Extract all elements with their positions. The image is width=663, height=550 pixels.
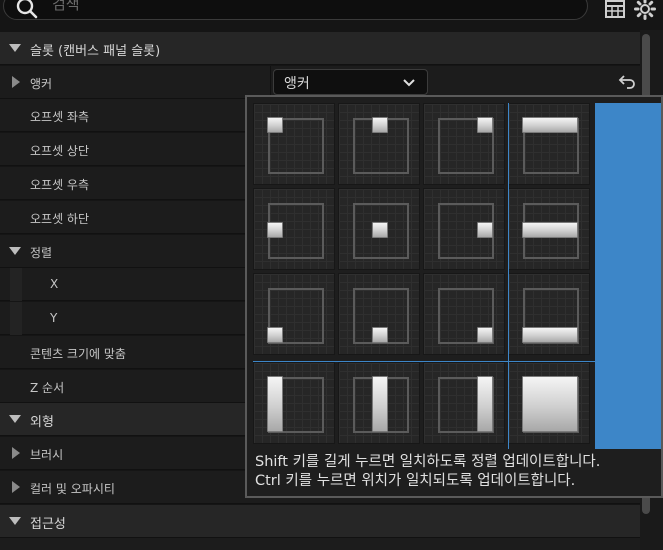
expand-arrow-icon[interactable] [12,76,20,88]
collapse-arrow-icon[interactable] [9,44,21,52]
chevron-down-icon [403,79,415,87]
anchor-hint-line-1: Shift 키를 길게 누르면 일치하도록 정렬 업데이트합니다. [255,454,601,470]
anchor-right-stretch[interactable] [423,362,505,444]
anchor-center-vertical-stretch[interactable] [338,362,420,444]
row-z-order-label: Z 순서 [30,381,65,395]
anchor-center-stretch[interactable] [508,188,590,270]
selected-fill-anchor[interactable] [595,103,661,449]
anchor-bottom-right[interactable] [423,273,505,355]
collapse-arrow-icon[interactable] [9,415,21,423]
category-appearance-label: 외형 [30,415,54,430]
anchor-top-stretch[interactable] [508,103,590,185]
category-accessibility[interactable]: 접근성 [0,505,640,538]
guide-line-vertical [508,103,509,449]
indent-guide [10,302,22,335]
table-icon[interactable] [604,0,626,20]
row-offset-right-label: 오프셋 우측 [30,178,90,192]
anchor-dropdown-value: 앵커 [284,76,310,92]
category-slot-label: 슬롯 (캔버스 패널 슬롯) [30,44,161,59]
row-align-x-label: X [50,277,59,291]
row-size-to-content-label: 콘텐츠 크기에 맞춤 [30,347,126,361]
anchor-hint-line-2: Ctrl 키를 누르면 위치가 일치되도록 업데이트합니다. [255,473,576,489]
anchor-bottom-stretch[interactable] [508,273,590,355]
anchor-full-stretch[interactable] [508,362,590,444]
anchor-top-right[interactable] [423,103,505,185]
anchor-top-center[interactable] [338,103,420,185]
row-alignment-label: 정렬 [30,246,53,260]
anchor-bottom-center[interactable] [338,273,420,355]
gear-icon[interactable] [634,0,656,20]
anchor-center[interactable] [338,188,420,270]
row-offset-top-label: 오프셋 상단 [30,144,90,158]
search-input[interactable]: 검색 [3,0,588,20]
collapse-arrow-icon[interactable] [9,517,21,525]
row-anchor-label: 앵커 [30,77,53,91]
anchor-hint-text: Shift 키를 길게 누르면 일치하도록 정렬 업데이트합니다. Ctrl 키… [255,453,600,491]
row-offset-left-label: 오프셋 좌측 [30,110,90,124]
collapse-arrow-icon[interactable] [9,247,21,255]
row-align-y-label: Y [50,311,58,325]
reset-arrow-icon[interactable] [618,73,636,89]
guide-line-horizontal [253,361,595,362]
anchor-bottom-left[interactable] [253,273,335,355]
category-slot[interactable]: 슬롯 (캔버스 패널 슬롯) [0,32,640,65]
anchor-center-left[interactable] [253,188,335,270]
search-placeholder: 검색 [52,0,80,13]
search-bar: 검색 [0,0,663,30]
expand-arrow-icon[interactable] [12,481,20,493]
row-offset-bottom-label: 오프셋 하단 [30,212,90,226]
category-accessibility-label: 접근성 [30,517,66,532]
row-brush-label: 브러시 [30,448,64,462]
anchor-center-right[interactable] [423,188,505,270]
anchor-left-stretch[interactable] [253,362,335,444]
row-color-opacity-label: 컬러 및 오파시티 [30,482,115,496]
anchor-top-left[interactable] [253,103,335,185]
row-accessibility-item[interactable] [0,538,640,550]
anchor-preset-popup: Shift 키를 길게 누르면 일치하도록 정렬 업데이트합니다. Ctrl 키… [245,95,663,498]
anchor-dropdown[interactable]: 앵커 [273,69,428,95]
search-icon [16,0,38,19]
expand-arrow-icon[interactable] [12,447,20,459]
indent-guide [10,268,22,301]
